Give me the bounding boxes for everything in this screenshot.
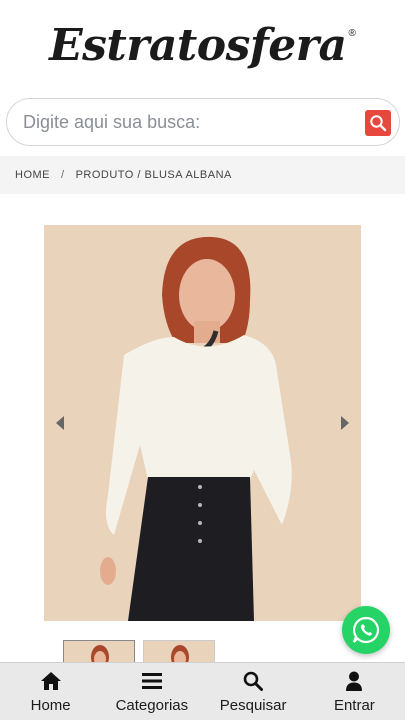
nav-entrar-label: Entrar: [333, 696, 375, 714]
nav-entrar[interactable]: Entrar: [304, 663, 405, 720]
search-button[interactable]: [365, 110, 391, 136]
site-header: Estratosfera ®: [0, 0, 405, 92]
breadcrumb-current: PRODUTO / BLUSA ALBANA: [75, 169, 232, 181]
chevron-right-icon: [341, 416, 349, 430]
bottom-nav: Home Categorias Pesquisar Entrar: [0, 662, 405, 720]
nav-home-label: Home: [30, 696, 71, 714]
search-icon: [370, 115, 387, 132]
whatsapp-button[interactable]: [342, 606, 390, 654]
breadcrumb-home[interactable]: HOME: [15, 169, 50, 181]
breadcrumb-separator: /: [61, 169, 65, 181]
nav-categorias[interactable]: Categorias: [101, 663, 202, 720]
product-photo: [44, 225, 361, 621]
search-icon: [243, 671, 264, 691]
nav-pesquisar[interactable]: Pesquisar: [203, 663, 304, 720]
user-icon: [346, 671, 363, 691]
whatsapp-icon: [352, 616, 380, 644]
prev-image-button[interactable]: [52, 415, 68, 431]
nav-pesquisar-label: Pesquisar: [219, 696, 287, 714]
search-input[interactable]: [23, 111, 399, 133]
menu-icon: [141, 672, 162, 689]
registered-mark: ®: [348, 28, 356, 39]
nav-home[interactable]: Home: [0, 663, 101, 720]
site-logo[interactable]: Estratosfera ®: [49, 24, 356, 68]
logo-text: Estratosfera: [49, 20, 347, 71]
breadcrumb: HOME / PRODUTO / BLUSA ALBANA: [0, 156, 405, 194]
home-icon: [40, 671, 61, 690]
chevron-left-icon: [56, 416, 64, 430]
search-bar: [6, 98, 400, 146]
product-image[interactable]: [44, 225, 361, 621]
nav-categorias-label: Categorias: [115, 696, 189, 714]
next-image-button[interactable]: [337, 415, 353, 431]
